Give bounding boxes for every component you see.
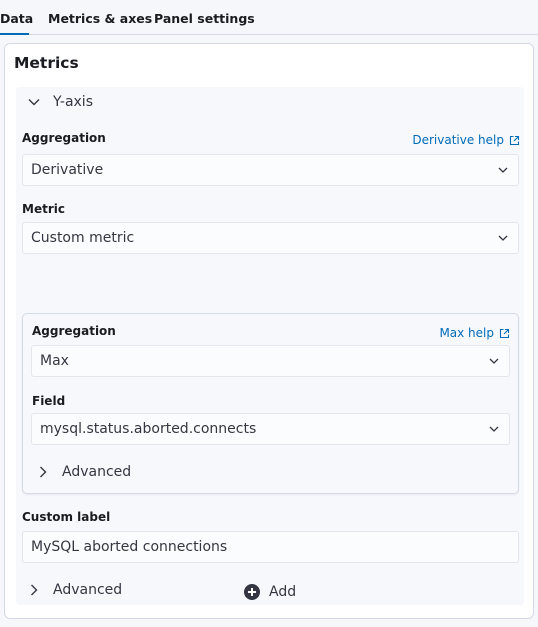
panel-title: Metrics xyxy=(14,54,79,72)
chevron-right-icon xyxy=(31,584,38,596)
aggregation-select[interactable]: Derivative xyxy=(22,154,519,186)
chevron-down-icon xyxy=(28,99,40,106)
derivative-help-text: Derivative help xyxy=(412,133,504,147)
tab-data[interactable]: Data xyxy=(0,0,33,35)
custom-label-label: Custom label xyxy=(22,510,111,524)
y-axis-label: Y-axis xyxy=(53,94,93,110)
chevron-down-icon xyxy=(489,426,499,432)
chevron-down-icon xyxy=(498,167,508,173)
sub-aggregation-value: Max xyxy=(40,353,69,369)
advanced-toggle[interactable]: Advanced xyxy=(27,582,122,598)
metric-select[interactable]: Custom metric xyxy=(22,222,519,254)
active-tab-indicator xyxy=(0,33,29,35)
tab-bar: Data Metrics & axes Panel settings xyxy=(0,0,538,35)
derivative-help-link[interactable]: Derivative help xyxy=(412,133,520,147)
chevron-right-icon xyxy=(40,466,47,478)
external-link-icon xyxy=(509,135,520,145)
sub-advanced-label: Advanced xyxy=(62,464,132,480)
chevron-down-icon xyxy=(498,235,508,241)
add-label: Add xyxy=(269,584,297,600)
field-value: mysql.status.aborted.connects xyxy=(40,421,257,437)
external-link-icon xyxy=(499,328,510,338)
chevron-down-icon xyxy=(489,358,499,364)
custom-label-value: MySQL aborted connections xyxy=(31,539,228,555)
y-axis-toggle[interactable]: Y-axis xyxy=(27,94,93,110)
field-select[interactable]: mysql.status.aborted.connects xyxy=(31,413,510,445)
sub-aggregation-select[interactable]: Max xyxy=(31,345,510,377)
metric-value: Custom metric xyxy=(31,230,135,246)
add-metric-button[interactable]: Add xyxy=(244,584,296,600)
aggregation-value: Derivative xyxy=(31,162,104,178)
custom-metric-box: Aggregation Max help Max Field mysql.sta… xyxy=(22,313,519,494)
advanced-label: Advanced xyxy=(53,582,123,598)
max-help-link[interactable]: Max help xyxy=(439,326,510,340)
metrics-panel: Metrics Y-axis Aggregation Derivative he… xyxy=(4,43,534,619)
custom-label-input[interactable]: MySQL aborted connections xyxy=(22,531,519,563)
tab-panel-settings[interactable]: Panel settings xyxy=(154,0,255,35)
field-label: Field xyxy=(32,394,66,408)
aggregation-label: Aggregation xyxy=(22,131,106,145)
sub-aggregation-label: Aggregation xyxy=(32,324,116,338)
tab-metrics-axes[interactable]: Metrics & axes xyxy=(48,0,152,35)
sub-advanced-toggle[interactable]: Advanced xyxy=(36,464,131,480)
plus-circle-icon xyxy=(244,584,260,600)
y-axis-section: Y-axis Aggregation Derivative help Deriv… xyxy=(16,87,524,605)
metric-label: Metric xyxy=(22,202,65,216)
max-help-text: Max help xyxy=(439,326,494,340)
